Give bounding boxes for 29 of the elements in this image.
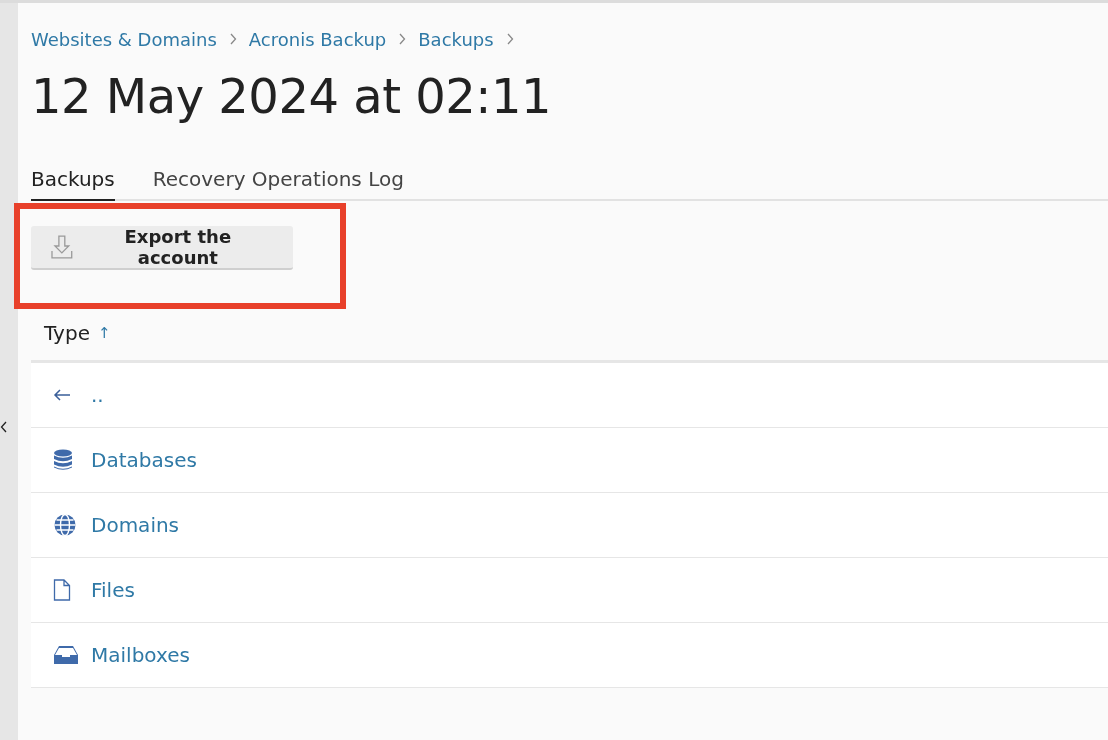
breadcrumb-link[interactable]: Acronis Backup bbox=[248, 28, 387, 50]
download-icon bbox=[51, 235, 73, 259]
table-row[interactable]: Mailboxes bbox=[31, 623, 1108, 688]
chevron-right-icon bbox=[505, 33, 514, 45]
sort-indicator[interactable]: ↑ bbox=[97, 323, 111, 342]
breadcrumb-link[interactable]: Backups bbox=[418, 28, 494, 50]
table-row[interactable]: Files bbox=[31, 558, 1108, 623]
row-label[interactable]: Databases bbox=[91, 448, 197, 472]
page-title: 12 May 2024 at 02:11 bbox=[31, 67, 553, 126]
table-row[interactable]: Domains bbox=[31, 493, 1108, 558]
chevron-left-icon[interactable] bbox=[0, 420, 8, 433]
chevron-right-icon bbox=[228, 33, 237, 45]
inbox-icon bbox=[53, 645, 79, 665]
tab[interactable]: Recovery Operations Log bbox=[152, 161, 404, 201]
file-icon bbox=[53, 579, 71, 601]
row-label[interactable]: .. bbox=[91, 383, 104, 407]
column-header[interactable]: Type bbox=[44, 320, 90, 345]
tab[interactable]: Backups bbox=[31, 161, 115, 201]
chevron-right-icon bbox=[398, 33, 407, 45]
row-label[interactable]: Files bbox=[91, 578, 135, 602]
breadcrumb-link[interactable]: Websites & Domains bbox=[31, 28, 217, 50]
arrow-left-icon bbox=[53, 388, 71, 402]
export-button[interactable]: Export the account bbox=[31, 226, 293, 270]
table-row[interactable]: .. bbox=[31, 363, 1108, 428]
globe-icon bbox=[53, 513, 77, 537]
row-label[interactable]: Domains bbox=[91, 513, 180, 537]
table-row[interactable]: Databases bbox=[31, 428, 1108, 493]
database-icon bbox=[53, 449, 73, 471]
row-label[interactable]: Mailboxes bbox=[91, 643, 190, 667]
